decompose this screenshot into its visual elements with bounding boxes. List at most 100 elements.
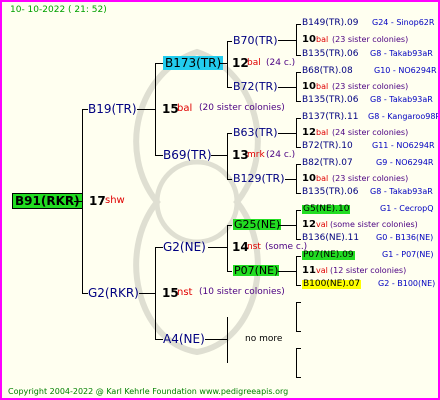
connector xyxy=(278,271,296,272)
connector xyxy=(227,133,228,179)
gen4-queen[interactable]: B100(NE).07 xyxy=(302,280,362,289)
gen3-queen-3[interactable]: B63(TR) xyxy=(233,127,278,138)
connector xyxy=(296,210,301,211)
gen3-queen-5[interactable]: G25(NE) xyxy=(233,219,282,230)
connector xyxy=(296,256,297,286)
connector xyxy=(211,155,227,156)
gen1-queen-2[interactable]: G2(RKR) xyxy=(88,287,139,299)
gen4-code: G10 - NO6294R xyxy=(374,66,437,75)
connector xyxy=(296,210,297,240)
gen3-queen-4[interactable]: B129(TR) xyxy=(233,173,285,184)
gen4-code: G8 - Takab93aR xyxy=(370,187,433,196)
gen4-queen[interactable]: B135(TR).06 xyxy=(302,188,358,197)
connector xyxy=(227,179,232,180)
gen2-3-note: (some c.) xyxy=(265,242,308,252)
connector xyxy=(227,271,232,272)
gen4-note: (some sister colonies) xyxy=(330,220,418,229)
gen2-queen-2[interactable]: B69(TR) xyxy=(163,149,212,161)
gen4-code: G1 - P07(NE) xyxy=(382,250,434,259)
gen4-num: 10 xyxy=(302,81,316,92)
connector xyxy=(296,164,297,194)
root-queen[interactable]: B91(RKR) xyxy=(12,193,83,209)
connector xyxy=(82,109,83,293)
gen2-1-note: (24 c.) xyxy=(266,58,296,68)
gen4-note: (23 sister colonies) xyxy=(332,82,409,91)
gen4-queen[interactable]: G5(NE).10 xyxy=(302,205,351,214)
gen4-queen[interactable]: B82(TR).07 xyxy=(302,159,353,168)
connector xyxy=(296,348,301,349)
gen4-code: G2 - B100(NE) xyxy=(378,279,436,288)
gen3-queen-2[interactable]: B72(TR) xyxy=(233,81,278,92)
connector xyxy=(296,256,301,257)
gen4-code: G9 - NO6294R xyxy=(376,158,434,167)
gen4-queen[interactable]: B135(TR).06 xyxy=(302,50,358,59)
connector xyxy=(155,63,163,64)
gen2-2-note: (24 c.) xyxy=(266,150,296,160)
connector xyxy=(74,201,82,202)
pedigree-frame: 10- 10-2022 ( 21: 52) B91(RKR) 17 shw B1… xyxy=(0,0,440,400)
connector xyxy=(219,63,227,64)
gen3-queen-1[interactable]: B70(TR) xyxy=(233,35,278,46)
connector xyxy=(285,179,296,180)
gen4-tag: bal xyxy=(316,174,329,183)
connector xyxy=(155,63,156,155)
gen4-num: 12 xyxy=(302,219,316,230)
gen4-queen[interactable]: B149(TR).09 xyxy=(302,19,358,28)
gen4-code: G8 - Kangaroo98R xyxy=(368,112,440,121)
connector xyxy=(155,155,163,156)
gen4-code: G1 - CecropQ xyxy=(380,204,434,213)
connector xyxy=(155,339,163,340)
connector xyxy=(296,285,301,286)
gen4-note: (23 sister colonies) xyxy=(332,174,409,183)
connector xyxy=(296,118,297,148)
connector xyxy=(296,72,297,102)
gen2-queen-4[interactable]: A4(NE) xyxy=(163,333,205,345)
connector xyxy=(227,225,232,226)
connector xyxy=(296,348,297,378)
gen4-num: 12 xyxy=(302,127,316,138)
gen4-num: 10 xyxy=(302,173,316,184)
gen2-4-more: no more xyxy=(245,334,283,344)
connector xyxy=(296,239,301,240)
connector xyxy=(296,24,301,25)
gen1-1-tag: bal xyxy=(177,103,193,114)
gen4-tag: bal xyxy=(316,82,329,91)
gen4-queen[interactable]: B72(TR).10 xyxy=(302,142,353,151)
connector xyxy=(296,101,301,102)
connector xyxy=(296,72,301,73)
gen4-queen[interactable]: B68(TR).08 xyxy=(302,67,353,76)
gen2-queen-1[interactable]: B173(TR) xyxy=(163,56,224,70)
gen4-note: (24 sister colonies) xyxy=(332,128,409,137)
gen4-code: G24 - Sinop62R xyxy=(372,18,435,27)
gen2-queen-3[interactable]: G2(NE) xyxy=(163,241,206,253)
connector xyxy=(227,87,232,88)
connector xyxy=(227,41,232,42)
gen4-code: G11 - NO6294R xyxy=(372,141,435,150)
connector xyxy=(296,302,297,332)
connector xyxy=(278,40,296,41)
connector xyxy=(139,293,155,294)
connector xyxy=(296,147,301,148)
gen4-code: G8 - Takab93aR xyxy=(370,95,433,104)
gen1-1-note: (20 sister colonies) xyxy=(199,103,285,113)
connector xyxy=(296,164,301,165)
gen2-2-tag: mrk xyxy=(247,150,265,160)
connector xyxy=(278,133,296,134)
gen3-queen-6[interactable]: P07(NE) xyxy=(233,265,280,276)
connector xyxy=(155,247,156,339)
connector xyxy=(296,302,301,303)
gen4-queen[interactable]: B137(TR).11 xyxy=(302,113,358,122)
gen4-queen[interactable]: P07(NE).09 xyxy=(302,251,355,260)
gen4-code: G8 - Takab93aR xyxy=(370,49,433,58)
root-tag: shw xyxy=(105,195,125,206)
gen4-queen[interactable]: B136(NE).11 xyxy=(302,234,359,243)
gen1-queen-1[interactable]: B19(TR) xyxy=(88,103,137,115)
gen2-1-tag: bal xyxy=(247,58,261,68)
connector xyxy=(205,339,227,340)
connector xyxy=(296,24,297,56)
gen4-note: (23 sister colonies) xyxy=(332,35,409,44)
root-num: 17 xyxy=(89,194,106,208)
gen4-num: 11 xyxy=(302,265,316,276)
gen4-queen[interactable]: B135(TR).06 xyxy=(302,96,358,105)
connector xyxy=(227,41,228,87)
